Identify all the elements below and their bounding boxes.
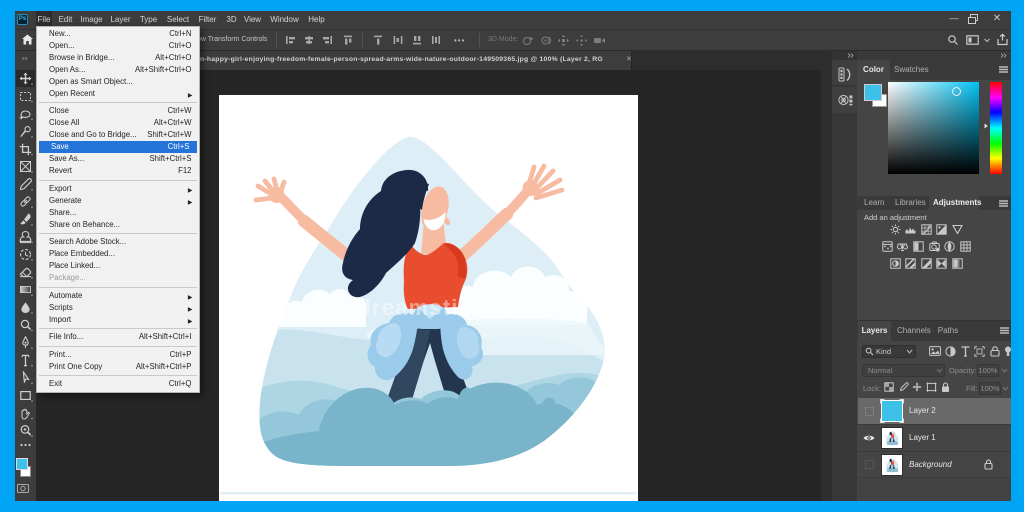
svg-text:dreamstime: dreamstime — [357, 295, 493, 320]
